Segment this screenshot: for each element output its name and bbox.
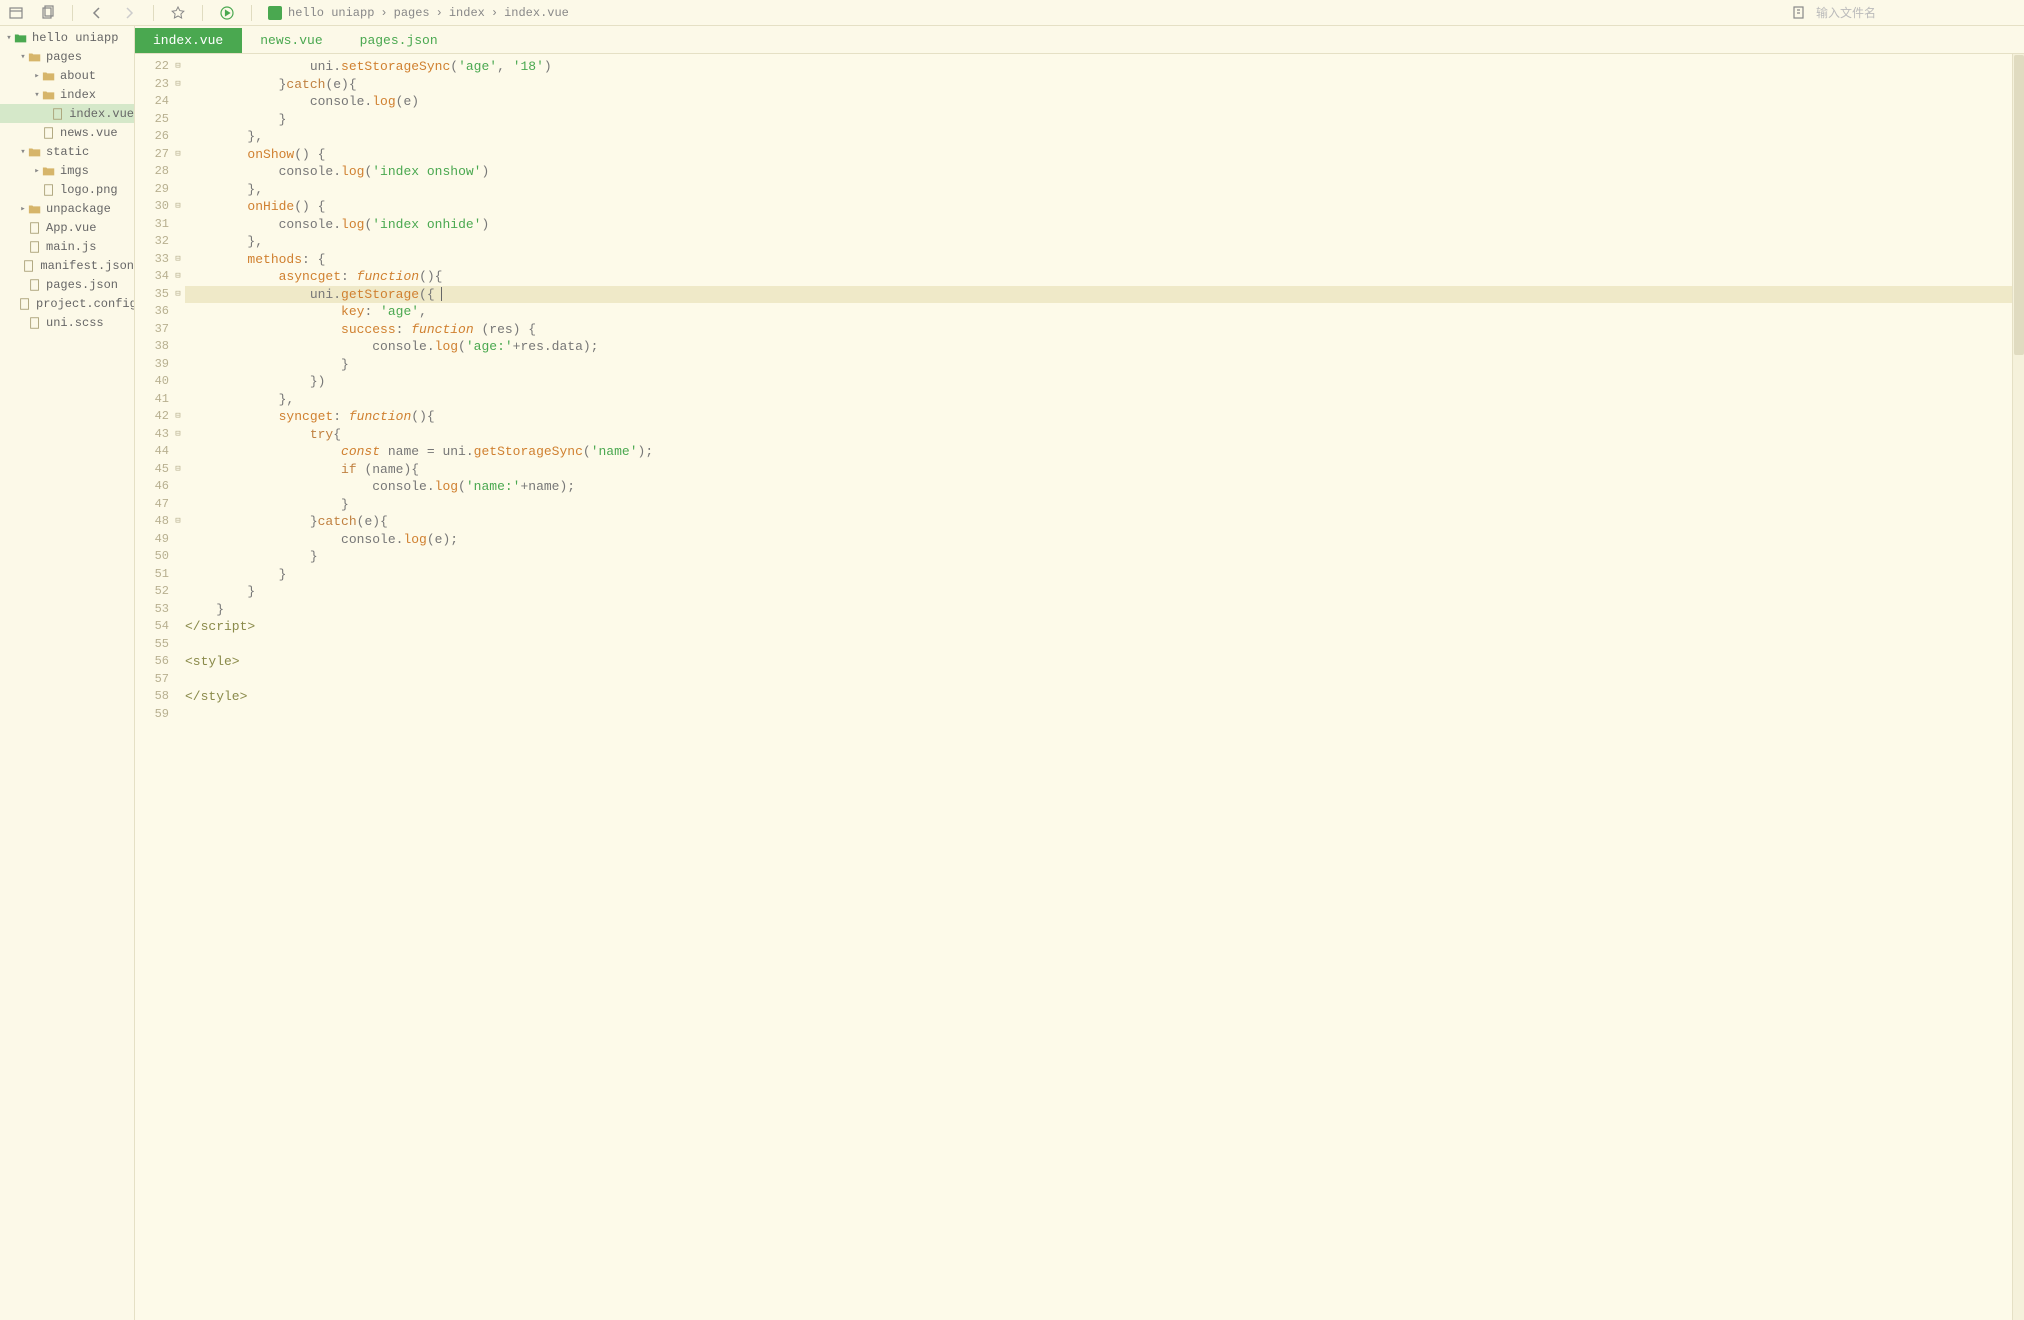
tree-item-news-vue[interactable]: news.vue (0, 123, 134, 142)
tab-pages-json[interactable]: pages.json (342, 28, 457, 53)
tree-item-manifest-json[interactable]: manifest.json (0, 256, 134, 275)
breadcrumb-item[interactable]: hello uniapp (288, 6, 374, 20)
fold-gutter[interactable]: ⊟⊟⊟⊟⊟⊟⊟⊟⊟⊟⊟ (173, 54, 183, 1320)
main-area: ▾hello uniapp▾pages▸about▾indexindex.vue… (0, 26, 2024, 1320)
scrollbar[interactable] (2012, 54, 2024, 1320)
back-icon[interactable] (89, 5, 105, 21)
separator (153, 5, 154, 21)
tree-item-main-js[interactable]: main.js (0, 237, 134, 256)
breadcrumb-item[interactable]: pages (394, 6, 430, 20)
separator (202, 5, 203, 21)
tree-root[interactable]: ▾hello uniapp (0, 28, 134, 47)
tree-item-static[interactable]: ▾static (0, 142, 134, 161)
run-icon[interactable] (219, 5, 235, 21)
find-icon[interactable] (1792, 5, 1808, 21)
tree-item-project-config-json[interactable]: project.config.json (0, 294, 134, 313)
search-input[interactable] (1816, 6, 2016, 20)
chevron-right-icon: › (491, 6, 498, 20)
star-icon[interactable] (170, 5, 186, 21)
separator (251, 5, 252, 21)
breadcrumb: hello uniapp › pages › index › index.vue (268, 6, 569, 20)
search-area (1792, 5, 2016, 21)
tab-bar: index.vuenews.vuepages.json (135, 26, 2024, 54)
explorer-icon[interactable] (8, 5, 24, 21)
code-area: 2223242526272829303132333435363738394041… (135, 54, 2024, 1320)
toolbar: hello uniapp › pages › index › index.vue (0, 0, 2024, 26)
chevron-right-icon: › (380, 6, 387, 20)
copy-icon[interactable] (40, 5, 56, 21)
scrollbar-thumb[interactable] (2014, 55, 2024, 355)
chevron-right-icon: › (436, 6, 443, 20)
tree-item-pages[interactable]: ▾pages (0, 47, 134, 66)
project-icon (268, 6, 282, 20)
breadcrumb-item[interactable]: index (449, 6, 485, 20)
tab-news-vue[interactable]: news.vue (242, 28, 341, 53)
line-number-gutter[interactable]: 2223242526272829303132333435363738394041… (135, 54, 173, 1320)
code-editor[interactable]: uni.setStorageSync('age', '18') }catch(e… (183, 54, 2012, 1320)
tree-item-logo-png[interactable]: logo.png (0, 180, 134, 199)
tree-item-imgs[interactable]: ▸imgs (0, 161, 134, 180)
tree-item-unpackage[interactable]: ▸unpackage (0, 199, 134, 218)
tree-item-index-vue[interactable]: index.vue (0, 104, 134, 123)
tree-item-pages-json[interactable]: pages.json (0, 275, 134, 294)
separator (72, 5, 73, 21)
file-explorer[interactable]: ▾hello uniapp▾pages▸about▾indexindex.vue… (0, 26, 135, 1320)
tab-index-vue[interactable]: index.vue (135, 28, 242, 53)
tree-item-App-vue[interactable]: App.vue (0, 218, 134, 237)
editor-area: index.vuenews.vuepages.json 222324252627… (135, 26, 2024, 1320)
forward-icon[interactable] (121, 5, 137, 21)
tree-item-about[interactable]: ▸about (0, 66, 134, 85)
tree-item-uni-scss[interactable]: uni.scss (0, 313, 134, 332)
tree-item-index[interactable]: ▾index (0, 85, 134, 104)
breadcrumb-item[interactable]: index.vue (504, 6, 569, 20)
